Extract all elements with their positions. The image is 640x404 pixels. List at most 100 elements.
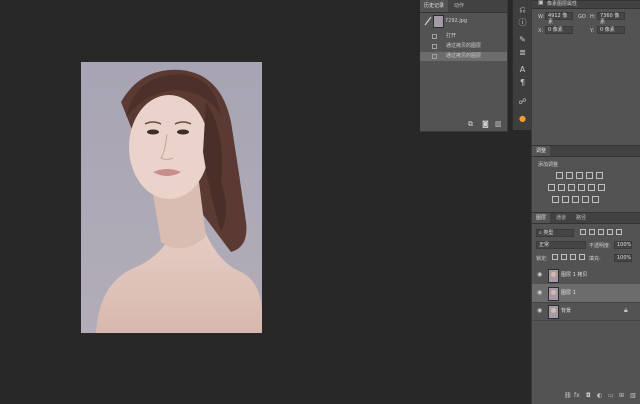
- color-lookup-icon[interactable]: [598, 184, 605, 191]
- history-step-label: 通过拷贝的图层: [446, 53, 482, 59]
- selective-color-icon[interactable]: [592, 196, 599, 203]
- tab-actions[interactable]: 动作: [450, 0, 468, 12]
- layer-name[interactable]: 图层 1: [561, 289, 576, 296]
- brush-icon[interactable]: ✎: [517, 34, 528, 45]
- right-dock: ▣ 像素图层属性 W: 4912 像素 GO H: 7360 像素 X: 0 像…: [531, 0, 640, 404]
- new-document-from-state-icon[interactable]: ⧉: [468, 120, 473, 129]
- history-panel: 历史记录 动作 7292.jpg 打开 通过拷贝的图层 通过拷贝的图层 ⧉ ◙ …: [420, 0, 508, 132]
- filter-pixel-icon[interactable]: [580, 229, 586, 235]
- layer-row[interactable]: ◉ 图层 1 拷贝: [532, 266, 640, 285]
- height-field[interactable]: 7360 像素: [597, 12, 625, 25]
- history-icon[interactable]: ⎌: [517, 4, 528, 15]
- layer-thumbnail: [548, 269, 559, 283]
- brightness-icon[interactable]: [556, 172, 563, 179]
- history-step-icon: [432, 54, 437, 59]
- photo-filter-icon[interactable]: [578, 184, 585, 191]
- x-label: X:: [538, 28, 544, 34]
- tab-adjustments[interactable]: 调整: [532, 146, 551, 156]
- invert-icon[interactable]: [552, 196, 559, 203]
- filter-kind-value: 类型: [543, 230, 554, 236]
- tab-channels[interactable]: 通道: [552, 213, 570, 223]
- filter-smart-icon[interactable]: [616, 229, 622, 235]
- trash-icon[interactable]: ▥: [495, 120, 502, 128]
- properties-title: 像素图层属性: [547, 1, 578, 7]
- history-step-icon: [432, 34, 437, 39]
- gradient-map-icon[interactable]: [582, 196, 589, 203]
- y-label: Y:: [590, 28, 595, 34]
- search-icon: ⌕: [539, 230, 542, 236]
- paragraph-icon[interactable]: ¶: [517, 77, 528, 88]
- lock-icon: 🔒︎: [624, 306, 628, 314]
- fx-icon[interactable]: fx: [574, 392, 580, 399]
- history-step[interactable]: 通过拷贝的图层: [420, 42, 507, 51]
- opacity-field[interactable]: 100%: [614, 241, 632, 249]
- blend-mode-select[interactable]: 正常: [536, 241, 586, 249]
- filter-shape-icon[interactable]: [607, 229, 613, 235]
- link-layers-icon[interactable]: ⛓: [564, 392, 572, 399]
- character-icon[interactable]: A: [517, 64, 528, 75]
- camera-icon[interactable]: ◙: [482, 120, 489, 128]
- portrait-image: [81, 62, 262, 333]
- lock-position-icon[interactable]: [570, 254, 576, 260]
- tab-paths[interactable]: 路径: [572, 213, 590, 223]
- filter-adjustment-icon[interactable]: [589, 229, 595, 235]
- link-dimensions-icon[interactable]: GO: [578, 14, 586, 20]
- new-layer-icon[interactable]: ⊞: [619, 392, 624, 399]
- panel-icon-strip: ⎌ ⓘ ✎ ≣ A ¶ ☍ ●: [512, 0, 533, 130]
- history-step-label: 通过拷贝的图层: [446, 43, 482, 49]
- exposure-icon[interactable]: [586, 172, 593, 179]
- layer-row-selected[interactable]: ◉ 图层 1: [532, 284, 640, 303]
- x-field[interactable]: 0 像素: [545, 26, 573, 34]
- 3d-icon[interactable]: ●: [517, 113, 528, 124]
- vibrance-icon[interactable]: [596, 172, 603, 179]
- clone-source-icon[interactable]: ☍: [517, 96, 528, 107]
- new-group-folder-icon[interactable]: ▭: [608, 392, 614, 399]
- levels-icon[interactable]: [566, 172, 573, 179]
- history-tabbar: 历史记录 动作: [420, 0, 507, 13]
- layer-name[interactable]: 图层 1 拷贝: [561, 271, 587, 278]
- lock-pixels-icon[interactable]: [561, 254, 567, 260]
- tab-layers[interactable]: 图层: [532, 213, 551, 223]
- posterize-icon[interactable]: [562, 196, 569, 203]
- lock-label: 锁定:: [536, 256, 548, 262]
- add-mask-icon[interactable]: ◘: [586, 392, 591, 399]
- visibility-eye-icon[interactable]: ◉: [537, 272, 542, 278]
- layer-name[interactable]: 背景: [561, 307, 571, 314]
- info-icon[interactable]: ⓘ: [517, 17, 528, 28]
- new-adjustment-layer-icon[interactable]: ◐: [597, 392, 602, 399]
- adjustments-tabbar: 调整: [532, 145, 640, 157]
- width-label: W:: [538, 14, 545, 20]
- width-field[interactable]: 4912 像素: [545, 12, 573, 25]
- fill-label: 填充:: [589, 256, 601, 262]
- pixel-layer-icon: ▣: [538, 0, 544, 6]
- filter-type-icon[interactable]: [598, 229, 604, 235]
- layer-filter-select[interactable]: ⌕ 类型: [536, 229, 574, 237]
- curves-icon[interactable]: [576, 172, 583, 179]
- visibility-eye-icon[interactable]: ◉: [537, 290, 542, 296]
- opacity-label: 不透明度:: [589, 243, 611, 249]
- tab-history[interactable]: 历史记录: [420, 0, 449, 12]
- height-label: H:: [590, 14, 596, 20]
- history-step-label: 打开: [446, 33, 457, 39]
- hue-saturation-icon[interactable]: [548, 184, 555, 191]
- fill-field[interactable]: 100%: [614, 254, 632, 262]
- delete-layer-trash-icon[interactable]: ▥: [630, 392, 636, 399]
- snapshot-brush-icon[interactable]: [424, 16, 432, 26]
- color-balance-icon[interactable]: [558, 184, 565, 191]
- visibility-eye-icon[interactable]: ◉: [537, 308, 542, 314]
- lock-transparent-icon[interactable]: [552, 254, 558, 260]
- layer-thumbnail: [548, 287, 559, 301]
- add-adjustment-label: 添加调整: [538, 162, 559, 168]
- lock-all-icon[interactable]: [579, 254, 585, 260]
- layer-row[interactable]: ◉ 背景 🔒︎: [532, 302, 640, 321]
- snapshot-thumbnail[interactable]: [433, 15, 444, 28]
- brush-settings-icon[interactable]: ≣: [517, 47, 528, 58]
- channel-mixer-icon[interactable]: [588, 184, 595, 191]
- threshold-icon[interactable]: [572, 196, 579, 203]
- black-white-icon[interactable]: [568, 184, 575, 191]
- snapshot-label[interactable]: 7292.jpg: [445, 18, 467, 24]
- history-step-selected[interactable]: 通过拷贝的图层: [420, 52, 507, 61]
- history-step[interactable]: 打开: [420, 32, 507, 41]
- y-field[interactable]: 0 像素: [597, 26, 625, 34]
- history-step-icon: [432, 44, 437, 49]
